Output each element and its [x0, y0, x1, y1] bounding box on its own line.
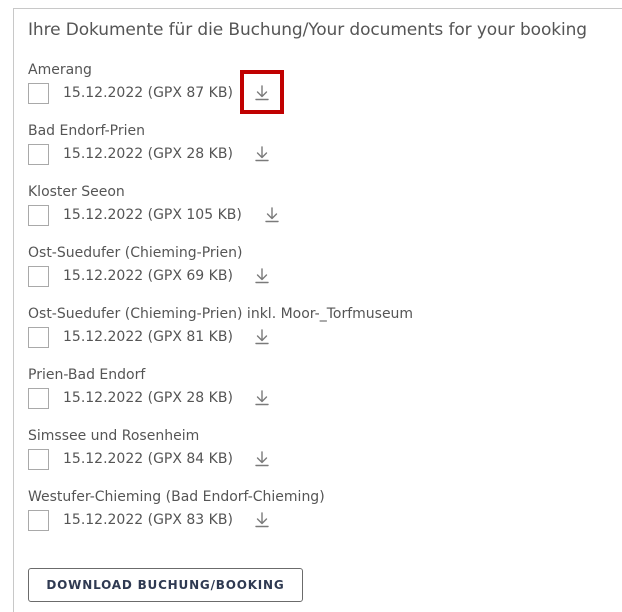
document-item: Simssee und Rosenheim 15.12.2022 (GPX 84…	[28, 427, 269, 472]
document-row: 15.12.2022 (GPX 28 KB)	[28, 143, 269, 167]
document-checkbox[interactable]	[28, 205, 49, 226]
document-checkbox[interactable]	[28, 266, 49, 287]
document-checkbox[interactable]	[28, 388, 49, 409]
document-row: 15.12.2022 (GPX 105 KB)	[28, 204, 279, 228]
download-icon[interactable]	[252, 266, 272, 286]
document-item: Prien-Bad Endorf 15.12.2022 (GPX 28 KB)	[28, 366, 269, 411]
document-name: Kloster Seeon	[28, 184, 125, 200]
document-item: Ost-Suedufer (Chieming-Prien) inkl. Moor…	[28, 305, 413, 350]
document-file-info: 15.12.2022 (GPX 28 KB)	[63, 390, 233, 406]
document-item: Ost-Suedufer (Chieming-Prien) 15.12.2022…	[28, 244, 269, 289]
document-file-info: 15.12.2022 (GPX 81 KB)	[63, 329, 233, 345]
download-icon[interactable]	[252, 510, 272, 530]
document-name: Ost-Suedufer (Chieming-Prien)	[28, 245, 243, 261]
document-item: Kloster Seeon 15.12.2022 (GPX 105 KB)	[28, 183, 279, 228]
highlight-box	[240, 70, 284, 114]
document-checkbox[interactable]	[28, 449, 49, 470]
document-row: 15.12.2022 (GPX 84 KB)	[28, 448, 269, 472]
document-file-info: 15.12.2022 (GPX 69 KB)	[63, 268, 233, 284]
document-file-info: 15.12.2022 (GPX 87 KB)	[63, 85, 233, 101]
document-row: 15.12.2022 (GPX 83 KB)	[28, 509, 325, 533]
document-item: Amerang 15.12.2022 (GPX 87 KB)	[28, 61, 269, 106]
download-icon[interactable]	[252, 449, 272, 469]
download-icon[interactable]	[262, 205, 282, 225]
document-row: 15.12.2022 (GPX 28 KB)	[28, 387, 269, 411]
document-name: Amerang	[28, 62, 92, 78]
document-row: 15.12.2022 (GPX 69 KB)	[28, 265, 269, 289]
document-name: Ost-Suedufer (Chieming-Prien) inkl. Moor…	[28, 306, 414, 322]
section-title: Ihre Dokumente für die Buchung/Your docu…	[28, 20, 587, 40]
document-row: 15.12.2022 (GPX 87 KB)	[28, 82, 269, 106]
document-file-info: 15.12.2022 (GPX 83 KB)	[63, 512, 233, 528]
document-row: 15.12.2022 (GPX 81 KB)	[28, 326, 413, 350]
document-name: Prien-Bad Endorf	[28, 367, 146, 383]
document-name: Westufer-Chieming (Bad Endorf-Chieming)	[28, 489, 325, 505]
document-file-info: 15.12.2022 (GPX 84 KB)	[63, 451, 233, 467]
document-checkbox[interactable]	[28, 327, 49, 348]
download-icon[interactable]	[252, 388, 272, 408]
document-name: Simssee und Rosenheim	[28, 428, 200, 444]
document-item: Bad Endorf-Prien 15.12.2022 (GPX 28 KB)	[28, 122, 269, 167]
document-item: Westufer-Chieming (Bad Endorf-Chieming) …	[28, 488, 325, 533]
download-icon[interactable]	[252, 144, 272, 164]
document-checkbox[interactable]	[28, 144, 49, 165]
document-checkbox[interactable]	[28, 510, 49, 531]
download-icon[interactable]	[252, 327, 272, 347]
document-file-info: 15.12.2022 (GPX 28 KB)	[63, 146, 233, 162]
document-file-info: 15.12.2022 (GPX 105 KB)	[63, 207, 242, 223]
document-name: Bad Endorf-Prien	[28, 123, 145, 139]
document-checkbox[interactable]	[28, 83, 49, 104]
download-booking-button[interactable]: DOWNLOAD BUCHUNG/BOOKING	[28, 568, 303, 602]
